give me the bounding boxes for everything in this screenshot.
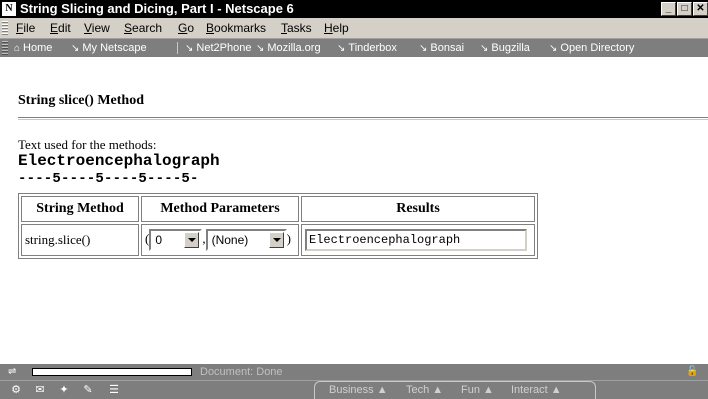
close-paren: ) <box>286 230 291 246</box>
results-cell: Electroencephalograph <box>301 224 535 256</box>
header-string-method: String Method <box>21 196 139 222</box>
window-title: String Slicing and Dicing, Part I - Nets… <box>20 1 294 16</box>
methods-table: String Method Method Parameters Results … <box>18 193 538 259</box>
bookmark-mozilla-org[interactable]: ↘ Mozilla.org <box>256 40 321 57</box>
table-row: string.slice() (0, (None)) Electroencepha… <box>21 224 535 256</box>
start-index-select[interactable]: 0 <box>149 229 203 251</box>
mail-icon[interactable]: ✉ <box>30 383 50 397</box>
menu-view[interactable]: View <box>84 20 110 36</box>
page-content[interactable]: String slice() Method Text used for the … <box>0 57 708 364</box>
menu-help[interactable]: Help <box>324 20 349 36</box>
navigator-icon[interactable]: ⚙ <box>6 383 26 397</box>
home-icon: ⌂ <box>14 43 21 54</box>
result-field[interactable]: Electroencephalograph <box>305 229 527 251</box>
character-ruler: ----5----5----5----5- <box>18 171 199 187</box>
menu-bar: File Edit View Search Go Bookmarks Tasks… <box>0 18 708 39</box>
bookmark-net2phone[interactable]: ↘ Net2Phone <box>185 40 251 57</box>
chevron-down-icon[interactable] <box>268 232 284 248</box>
bookmark-icon: ↘ <box>185 43 194 54</box>
bookmark-icon: ↘ <box>71 43 80 54</box>
security-lock-icon[interactable]: 🔓 <box>686 366 698 378</box>
bookmark-icon: ↘ <box>480 43 489 54</box>
personal-toolbar: ⌂ Home ↘ My Netscape ↘ Net2Phone ↘ Mozilla.o… <box>0 39 708 57</box>
sidebar-tabs: Business ▲ Tech ▲ Fun ▲ Interact ▲ <box>314 381 596 399</box>
start-index-value: 0 <box>155 233 163 247</box>
header-method-parameters: Method Parameters <box>141 196 299 222</box>
minimize-button[interactable]: _ <box>661 2 676 16</box>
horizontal-rule <box>18 117 708 120</box>
toolbar-grip-icon[interactable] <box>2 41 8 55</box>
tab-fun[interactable]: Fun ▲ <box>461 383 494 397</box>
table-header-row: String Method Method Parameters Results <box>21 196 535 222</box>
bookmark-home[interactable]: ⌂ Home <box>14 40 52 57</box>
sample-string: Electroencephalograph <box>18 152 220 170</box>
page-heading: String slice() Method <box>18 93 144 108</box>
bookmark-icon: ↘ <box>419 43 428 54</box>
composer-icon[interactable]: ✎ <box>78 383 98 397</box>
tab-interact[interactable]: Interact ▲ <box>511 383 562 397</box>
header-results: Results <box>301 196 535 222</box>
bookmark-tinderbox[interactable]: ↘ Tinderbox <box>337 40 397 57</box>
component-bar: ⚙ ✉ ✦ ✎ ☰ Business ▲ Tech ▲ Fun ▲ Intera… <box>0 380 708 399</box>
window-controls: _ □ ✕ <box>660 2 708 16</box>
menu-tasks[interactable]: Tasks <box>281 20 312 36</box>
progress-bar <box>32 368 192 376</box>
bookmark-icon: ↘ <box>256 43 265 54</box>
status-text: Document: Done <box>200 366 283 378</box>
menu-go[interactable]: Go <box>178 20 194 36</box>
menu-edit[interactable]: Edit <box>50 20 71 36</box>
netscape-app-icon[interactable]: N <box>2 2 16 16</box>
menu-bookmarks[interactable]: Bookmarks <box>206 20 266 36</box>
bookmark-icon: ↘ <box>337 43 346 54</box>
menu-search[interactable]: Search <box>124 20 162 36</box>
end-index-select[interactable]: (None) <box>205 229 287 251</box>
menubar-grip-icon[interactable] <box>2 21 8 35</box>
bookmark-open-directory[interactable]: ↘ Open Directory <box>549 40 634 57</box>
tab-tech[interactable]: Tech ▲ <box>406 383 443 397</box>
tab-business[interactable]: Business ▲ <box>329 383 388 397</box>
menu-file[interactable]: File <box>16 20 35 36</box>
bookmark-icon: ↘ <box>549 43 558 54</box>
address-book-icon[interactable]: ☰ <box>104 383 124 397</box>
method-name-cell: string.slice() <box>21 224 139 256</box>
connection-icon: ⇌ <box>8 366 17 377</box>
title-bar: N String Slicing and Dicing, Part I - Ne… <box>0 0 708 18</box>
parameters-cell: (0, (None)) <box>141 224 299 256</box>
bookmark-my-netscape[interactable]: ↘ My Netscape <box>71 40 147 57</box>
status-bar: ⇌ Document: Done 🔓 <box>0 364 708 380</box>
end-index-value: (None) <box>211 233 249 247</box>
maximize-button[interactable]: □ <box>677 2 692 16</box>
chevron-down-icon[interactable] <box>184 232 200 248</box>
bookmark-bonsai[interactable]: ↘ Bonsai <box>419 40 464 57</box>
bookmark-bugzilla[interactable]: ↘ Bugzilla <box>480 40 530 57</box>
toolbar-separator <box>177 42 178 54</box>
instant-messenger-icon[interactable]: ✦ <box>54 383 74 397</box>
close-button[interactable]: ✕ <box>693 2 708 16</box>
intro-text: Text used for the methods: <box>18 137 157 152</box>
